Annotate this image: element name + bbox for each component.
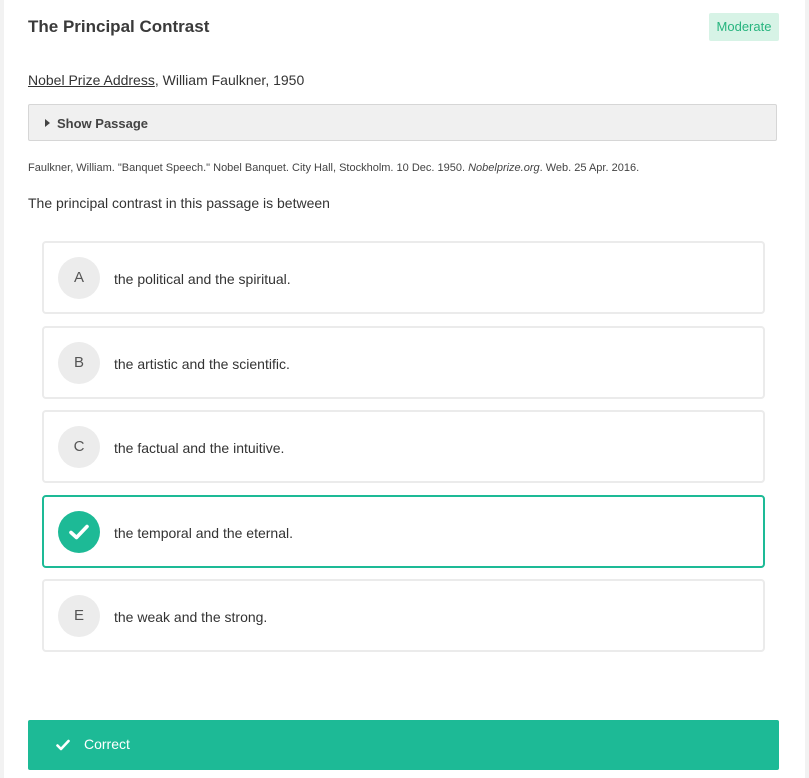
choice-b[interactable]: B the artistic and the scientific. (42, 326, 765, 399)
choice-letter: E (58, 595, 100, 637)
question-title: The Principal Contrast (28, 17, 210, 36)
show-passage-label: Show Passage (57, 116, 149, 131)
source-line: Nobel Prize Address, William Faulkner, 1… (28, 72, 304, 88)
show-passage-button[interactable]: Show Passage (28, 104, 777, 141)
difficulty-badge: Moderate (709, 13, 779, 41)
result-label: Correct (84, 736, 130, 752)
choice-text: the factual and the intuitive. (114, 440, 285, 456)
citation-text-1: Faulkner, William. "Banquet Speech." Nob… (28, 162, 469, 174)
source-link[interactable]: Nobel Prize Address (28, 72, 155, 88)
choice-letter: A (58, 257, 100, 299)
question-prompt: The principal contrast in this passage i… (28, 195, 330, 211)
citation-text-2: . Web. 25 Apr. 2016. (539, 162, 640, 174)
source-details: , William Faulkner, 1950 (154, 72, 305, 88)
choice-a[interactable]: A the political and the spiritual. (42, 241, 765, 314)
choice-text: the political and the spiritual. (114, 271, 291, 287)
citation-site: Nobelprize.org (468, 162, 540, 174)
choice-text: the artistic and the scientific. (114, 356, 290, 372)
choice-letter: C (58, 426, 100, 468)
choice-selected-marker (58, 511, 100, 553)
citation: Faulkner, William. "Banquet Speech." Nob… (28, 162, 639, 174)
choice-text: the weak and the strong. (114, 609, 268, 625)
choice-text: the temporal and the eternal. (114, 525, 294, 541)
check-icon (56, 739, 70, 751)
choice-c[interactable]: C the factual and the intuitive. (42, 410, 765, 483)
choice-letter: B (58, 342, 100, 384)
choice-d[interactable]: the temporal and the eternal. (42, 495, 765, 568)
check-icon (69, 524, 89, 540)
result-banner: Correct (28, 720, 779, 770)
caret-right-icon (45, 119, 50, 127)
choice-e[interactable]: E the weak and the strong. (42, 579, 765, 652)
question-card: The Principal Contrast Moderate Nobel Pr… (4, 0, 805, 778)
